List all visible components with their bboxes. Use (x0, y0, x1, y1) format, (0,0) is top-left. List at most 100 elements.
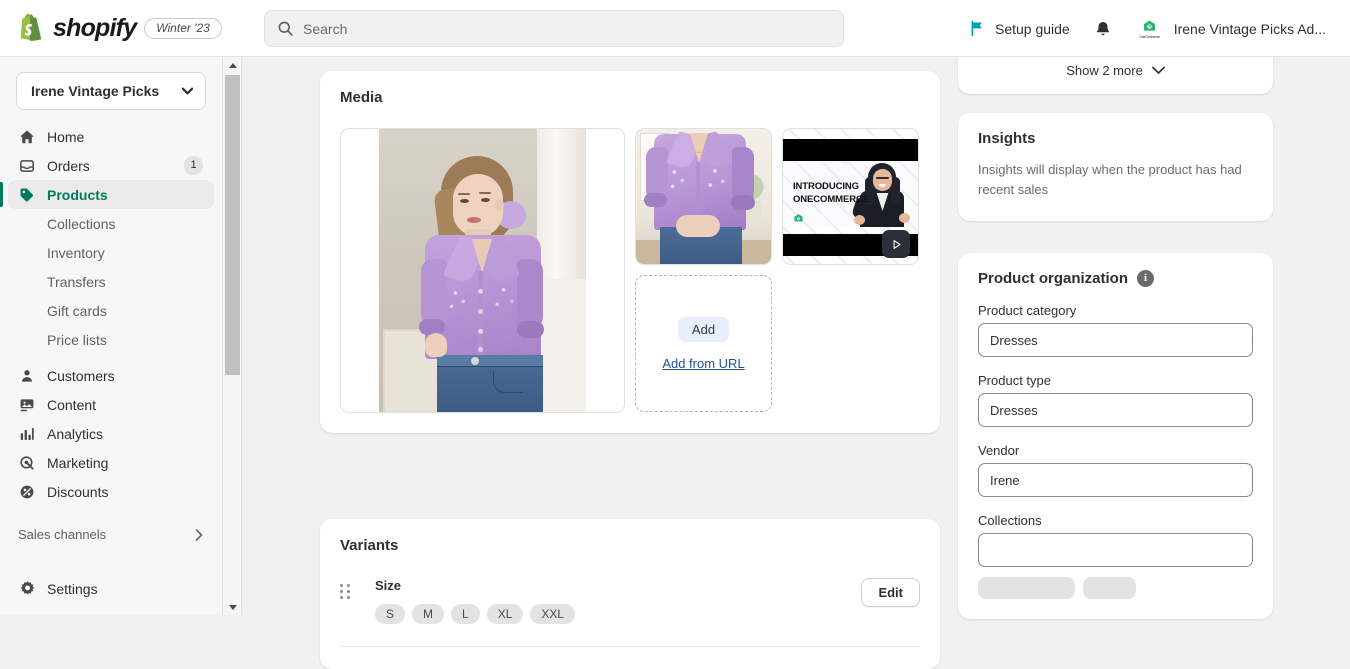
media-item-secondary-image[interactable] (635, 128, 772, 265)
sidebar-footer: Settings (0, 574, 223, 603)
sidebar-item-label: Analytics (47, 426, 103, 442)
sidebar-item-label: Content (47, 397, 96, 413)
page-scrollbar[interactable] (223, 57, 242, 615)
collection-tag-chip[interactable] (1083, 577, 1136, 599)
variant-option-body: Size S M L XL XXL (375, 578, 575, 624)
product-organization-title: Product organization (978, 270, 1128, 287)
media-item-primary-image[interactable] (340, 128, 625, 413)
sidebar-item-content[interactable]: Content (8, 390, 214, 419)
sidebar-item-inventory[interactable]: Inventory (8, 238, 214, 267)
play-icon[interactable] (882, 230, 910, 258)
show-more-label: Show 2 more (1066, 63, 1143, 78)
account-button[interactable]: OneCommerce Irene Vintage Picks Ad... (1126, 11, 1336, 47)
edit-variants-button[interactable]: Edit (861, 578, 920, 607)
sidebar-item-orders[interactable]: Orders 1 (8, 151, 214, 180)
sidebar-subitem-label: Collections (47, 216, 115, 232)
info-icon[interactable]: i (1137, 270, 1154, 287)
field-label: Collections (978, 513, 1253, 528)
sidebar-section-sales-channels[interactable]: Sales channels (8, 520, 214, 549)
chevron-down-icon (1152, 66, 1165, 75)
field-collections: Collections (978, 513, 1253, 599)
insights-title: Insights (978, 130, 1253, 147)
onecommerce-logo-icon (1142, 19, 1157, 34)
sidebar-item-products[interactable]: Products (8, 180, 214, 209)
field-label: Vendor (978, 443, 1253, 458)
add-media-button[interactable]: Add (678, 317, 729, 342)
analytics-bars-icon (18, 425, 36, 443)
scrollbar-thumb[interactable] (225, 75, 240, 375)
collections-input[interactable] (978, 533, 1253, 567)
media-secondary-column: ✦ INTRODUCING ONECOMMERCE (635, 128, 919, 413)
search-input[interactable]: Search (264, 10, 844, 47)
sidebar-item-price-lists[interactable]: Price lists (8, 325, 214, 354)
main-content: Media (243, 57, 955, 615)
sales-channels-label: Sales channels (18, 527, 106, 542)
flag-icon (969, 20, 986, 37)
season-badge: Winter '23 (144, 18, 222, 39)
insights-body: Insights will display when the product h… (978, 160, 1253, 199)
sidebar-item-discounts[interactable]: Discounts (8, 477, 214, 506)
field-product-type: Product type (978, 373, 1253, 427)
sidebar-item-label: Customers (47, 368, 115, 384)
media-secondary-row: ✦ INTRODUCING ONECOMMERCE (635, 128, 919, 265)
variant-value-pill[interactable]: M (412, 604, 444, 624)
sidebar-item-collections[interactable]: Collections (8, 209, 214, 238)
product-photo-model (341, 129, 624, 412)
sidebar-item-customers[interactable]: Customers (8, 361, 214, 390)
media-title: Media (340, 89, 920, 106)
sidebar-item-label: Settings (47, 581, 98, 597)
product-category-input[interactable] (978, 323, 1253, 357)
variant-value-pill[interactable]: L (451, 604, 480, 624)
variants-footer (340, 647, 920, 669)
media-item-video[interactable]: ✦ INTRODUCING ONECOMMERCE (782, 128, 919, 265)
sidebar-item-gift-cards[interactable]: Gift cards (8, 296, 214, 325)
video-overlay-line-2: ONECOMMERCE (793, 194, 869, 207)
variant-value-pill[interactable]: XL (487, 604, 524, 624)
sidebar-item-label: Discounts (47, 484, 108, 500)
shopify-logo[interactable]: shopify (16, 13, 136, 43)
sidebar: Irene Vintage Picks Home Orders 1 Produc… (0, 57, 223, 615)
shopify-bag-icon (16, 13, 44, 43)
products-tag-icon (18, 186, 36, 204)
media-dropzone[interactable]: Add Add from URL (635, 275, 772, 412)
orders-icon (18, 157, 36, 175)
sidebar-item-home[interactable]: Home (8, 122, 214, 151)
sidebar-item-marketing[interactable]: Marketing (8, 448, 214, 477)
field-vendor: Vendor (978, 443, 1253, 497)
onecommerce-avatar-icon: OneCommerce (1136, 16, 1164, 42)
sidebar-subitem-label: Gift cards (47, 303, 107, 319)
variant-values: S M L XL XXL (375, 604, 575, 624)
content-icon (18, 396, 36, 414)
product-type-input[interactable] (978, 393, 1253, 427)
collection-tag-chip[interactable] (978, 577, 1075, 599)
orders-badge: 1 (184, 156, 203, 175)
field-label: Product category (978, 303, 1253, 318)
scroll-up-arrow[interactable] (223, 57, 242, 73)
avatar-caption: OneCommerce (1139, 35, 1160, 39)
store-name: Irene Vintage Picks (31, 83, 159, 99)
marketing-target-icon (18, 454, 36, 472)
gear-icon (18, 580, 36, 598)
sidebar-subitem-label: Transfers (47, 274, 106, 290)
sidebar-item-transfers[interactable]: Transfers (8, 267, 214, 296)
add-from-url-link[interactable]: Add from URL (662, 356, 744, 371)
notifications-button[interactable] (1084, 13, 1122, 45)
variant-value-pill[interactable]: XXL (530, 604, 575, 624)
show-more-button[interactable]: Show 2 more (1066, 63, 1165, 78)
right-sidebar: Show 2 more Insights Insights will displ… (958, 57, 1350, 615)
variant-value-pill[interactable]: S (375, 604, 405, 624)
collection-tags (978, 577, 1253, 599)
sidebar-item-analytics[interactable]: Analytics (8, 419, 214, 448)
vendor-input[interactable] (978, 463, 1253, 497)
store-switcher[interactable]: Irene Vintage Picks (16, 72, 206, 110)
insights-card: Insights Insights will display when the … (958, 113, 1273, 221)
drag-handle-icon[interactable] (340, 584, 354, 599)
product-organization-header: Product organization i (978, 270, 1253, 287)
video-overlay-text: INTRODUCING ONECOMMERCE (793, 181, 869, 207)
sidebar-item-label: Products (47, 187, 108, 203)
sidebar-item-settings[interactable]: Settings (8, 574, 215, 603)
scroll-down-arrow[interactable] (223, 599, 242, 615)
variant-option-row: Size S M L XL XXL Edit (340, 578, 920, 624)
sidebar-item-label: Home (47, 129, 84, 145)
setup-guide-button[interactable]: Setup guide (959, 13, 1080, 44)
